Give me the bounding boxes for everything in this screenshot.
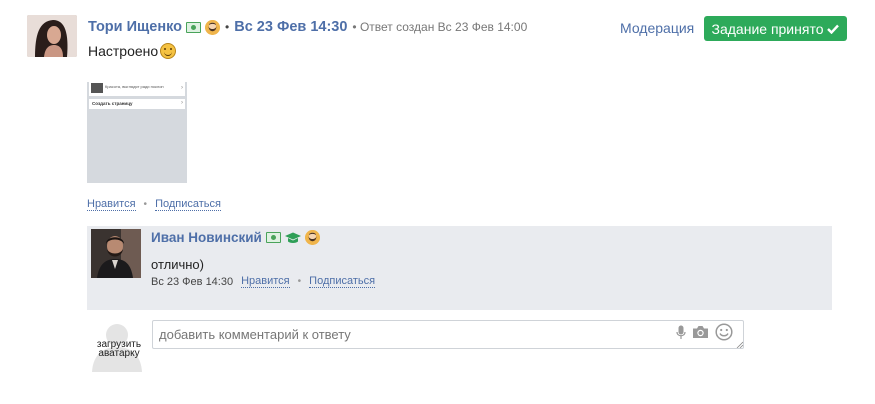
comment-date: Вс 23 Фев 14:30 [151,275,234,288]
header-separator: • [225,20,230,34]
comment-subscribe-link[interactable]: Подписаться [309,275,376,288]
thumbnail-row: Создать страницу › [89,99,185,109]
checkmark-icon [827,24,840,34]
comment-like-link[interactable]: Нравится [241,275,290,288]
beard-avatar-icon [304,230,320,245]
thumbnail-row-text: Создать страницу [92,101,133,106]
author-name-link[interactable]: Тори Ищенко [88,19,182,35]
emoji-icon[interactable] [715,323,733,346]
attached-screenshot[interactable]: Красота, выглядят ради поклон › Создать … [87,82,187,183]
comment-author-avatar[interactable] [91,229,141,278]
resize-grip-icon[interactable] [736,341,743,348]
author-avatar[interactable] [27,15,77,57]
comment-meta: Вс 23 Фев 14:30 Нравится • Подписаться [151,275,376,288]
smile-emoji-icon [160,43,177,59]
comment-text: отлично) [151,257,204,272]
moderation-link[interactable]: Модерация [620,20,694,36]
answer-date-link[interactable]: Вс 23 Фев 14:30 [234,19,347,35]
answer-subscribe-link[interactable]: Подписаться [155,198,221,211]
comment-author-name-link[interactable]: Иван Новинский [151,230,262,245]
microphone-icon[interactable] [676,325,686,345]
camera-icon[interactable] [692,325,709,344]
comment-input-tools [676,323,733,346]
user-placeholder-icon[interactable]: загрузить аватарку [90,320,143,372]
graduation-cap-icon [284,232,301,244]
upload-avatar-label[interactable]: загрузить аватарку [93,340,145,359]
actions-separator: • [143,199,148,210]
answer-header: Тори Ищенко • Вс 23 Фев 14:30 • Ответ со… [88,17,527,37]
task-accepted-label: Задание принято [711,20,824,37]
comment-author-line: Иван Новинский [151,230,320,245]
task-accepted-button[interactable]: Задание принято [704,16,847,41]
beard-avatar-icon [205,19,221,35]
comment-actions-separator: • [297,276,302,287]
answer-like-link[interactable]: Нравится [87,198,136,211]
thumbnail-row-text: Красота, выглядят ради поклон [105,84,164,89]
money-badge-icon [186,21,202,33]
money-badge-icon [265,232,281,243]
thumbnail-row: Красота, выглядят ради поклон › [89,82,185,96]
comment-input[interactable] [152,320,744,349]
answer-created-info: • Ответ создан Вс 23 Фев 14:00 [352,20,528,34]
comment-item: Иван Новинский отлично) Вс 23 Фев 14:30 … [87,226,832,310]
answer-text-content: Настроено [88,43,159,59]
answer-text: Настроено [88,43,177,59]
answer-actions: Нравится • Подписаться [87,198,221,211]
